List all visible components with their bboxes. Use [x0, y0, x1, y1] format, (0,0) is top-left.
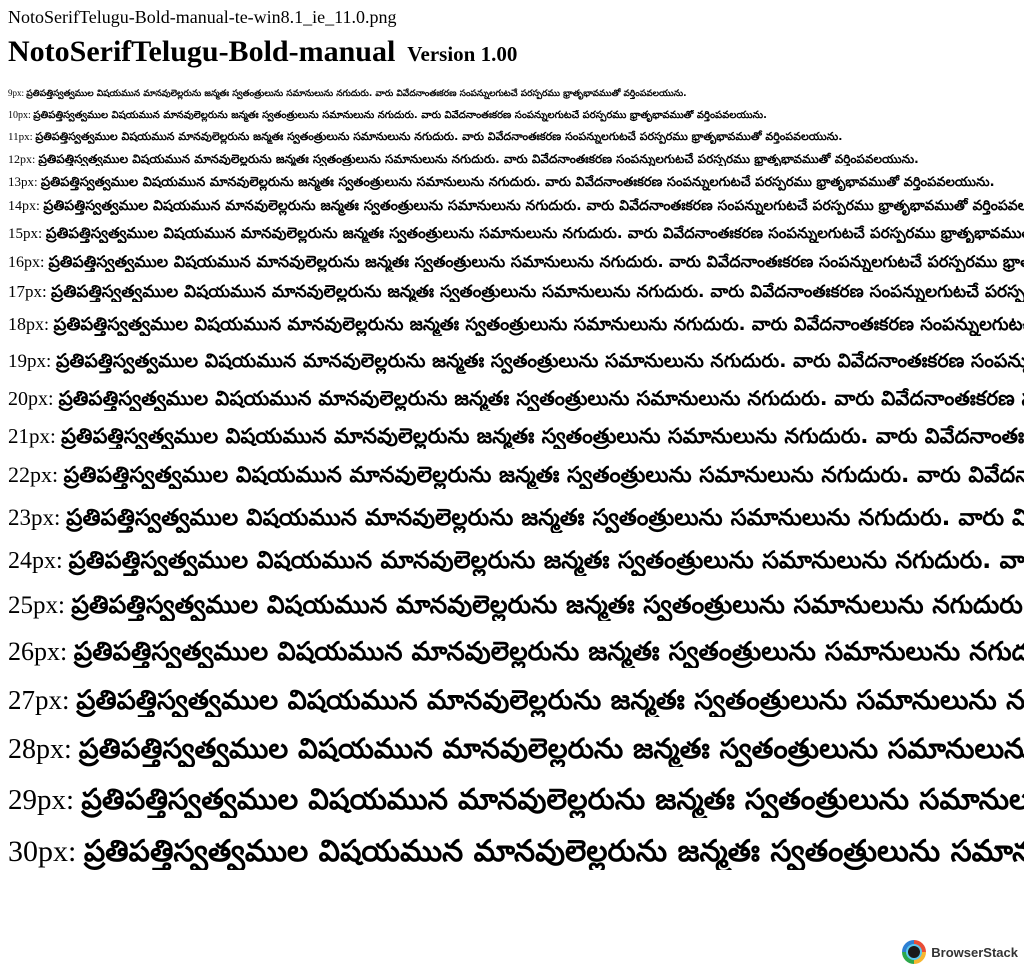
- telugu-sample-text: ప్రతిపత్తిస్వత్వముల విషయమున మానవులెల్లరు…: [48, 252, 1024, 271]
- font-size-label: 27px:: [8, 685, 70, 715]
- telugu-sample-text: ప్రతిపత్తిస్వత్వముల విషయమున మానవులెల్లరు…: [68, 546, 1024, 574]
- sample-row: 17px: ప్రతిపత్తిస్వత్వముల విషయమున మానవుల…: [8, 282, 1024, 302]
- font-size-label: 15px:: [8, 226, 43, 242]
- sample-row: 23px: ప్రతిపత్తిస్వత్వముల విషయమున మానవుల…: [8, 504, 1024, 533]
- telugu-sample-text: ప్రతిపత్తిస్వత్వముల విషయమున మానవులెల్లరు…: [43, 198, 1024, 214]
- font-size-label: 19px:: [8, 351, 52, 372]
- sample-row: 27px: ప్రతిపత్తిస్వత్వముల విషయమున మానవుల…: [8, 684, 1024, 717]
- telugu-sample-text: ప్రతిపత్తిస్వత్వముల విషయమున మానవులెల్లరు…: [61, 424, 1024, 448]
- font-size-label: 16px:: [8, 254, 45, 271]
- telugu-sample-text: ప్రతిపత్తిస్వత్వముల విషయమున మానవులెల్లరు…: [81, 782, 1024, 816]
- sample-row: 30px: ప్రతిపత్తిస్వత్వముల విషయమున మానవుల…: [8, 834, 1024, 870]
- sample-row: 25px: ప్రతిపత్తిస్వత్వముల విషయమున మానవుల…: [8, 590, 1024, 621]
- font-size-label: 11px:: [8, 131, 33, 143]
- telugu-sample-text: ప్రతిపత్తిస్వత్వముల విషయమున మానవులెల్లరు…: [33, 110, 767, 121]
- font-size-label: 18px:: [8, 314, 50, 334]
- sample-row: 19px: ప్రతిపత్తిస్వత్వముల విషయమున మానవుల…: [8, 350, 1024, 374]
- telugu-sample-text: ప్రతిపత్తిస్వత్వముల విషయమున మానవులెల్లరు…: [76, 685, 1024, 716]
- sample-row: 26px: ప్రతిపత్తిస్వత్వముల విషయమున మానవుల…: [8, 636, 1024, 668]
- telugu-sample-text: ప్రతిపత్తిస్వత్వముల విషయమున మానవులెల్లరు…: [73, 637, 1024, 667]
- browserstack-logo-icon: [902, 940, 927, 964]
- font-size-label: 29px:: [8, 784, 75, 816]
- font-size-label: 10px:: [8, 110, 31, 121]
- font-size-label: 20px:: [8, 388, 54, 410]
- page-heading: NotoSerifTelugu-Bold-manual Version 1.00: [8, 34, 517, 75]
- font-version: Version 1.00: [407, 42, 518, 66]
- sample-row: 15px: ప్రతిపత్తిస్వత్వముల విషయమున మానవుల…: [8, 224, 1024, 243]
- font-size-label: 23px:: [8, 505, 61, 530]
- telugu-sample-text: ప్రతిపత్తిస్వత్వముల విషయమున మానవులెల్లరు…: [35, 130, 843, 143]
- telugu-sample-text: ప్రతిపత్తిస్వత్వముల విషయమున మానవులెల్లరు…: [53, 314, 1024, 335]
- font-size-label: 26px:: [8, 637, 68, 666]
- sample-row: 18px: ప్రతిపత్తిస్వత్వముల విషయమున మానవుల…: [8, 314, 1024, 336]
- font-size-label: 13px:: [8, 174, 38, 189]
- sample-row: 13px: ప్రతిపత్తిస్వత్వముల విషయమున మానవుల…: [8, 174, 1024, 191]
- font-size-label: 12px:: [8, 152, 36, 166]
- telugu-sample-text: ప్రతిపత్తిస్వత్వముల విషయమున మానవులెల్లరు…: [83, 834, 1024, 869]
- font-size-label: 14px:: [8, 199, 40, 214]
- font-size-label: 9px:: [8, 88, 25, 98]
- telugu-sample-text: ప్రతిపత్తిస్వత్వముల విషయమున మానవులెల్లరు…: [63, 463, 1024, 488]
- telugu-sample-text: ప్రతిపత్తిస్వత్వముల విషయమున మానవులెల్లరు…: [66, 505, 1024, 531]
- telugu-sample-text: ప్రతిపత్తిస్వత్వముల విషయమున మానవులెల్లరు…: [56, 350, 1024, 372]
- font-size-label: 30px:: [8, 835, 77, 868]
- sample-row: 22px: ప్రతిపత్తిస్వత్వముల విషయమున మానవుల…: [8, 462, 1024, 489]
- font-size-label: 17px:: [8, 282, 47, 301]
- sample-row: 28px: ప్రతిపత్తిస్వత్వముల విషయమున మానవుల…: [8, 732, 1024, 767]
- sample-row: 10px: ప్రతిపత్తిస్వత్వముల విషయమున మానవుల…: [8, 110, 1024, 122]
- telugu-sample-text: ప్రతిపత్తిస్వత్వముల విషయమున మానవులెల్లరు…: [71, 590, 1024, 619]
- telugu-sample-text: ప్రతిపత్తిస్వత్వముల విషయమున మానవులెల్లరు…: [38, 152, 919, 166]
- sample-row: 12px: ప్రతిపత్తిస్వత్వముల విషయమున మానవుల…: [8, 152, 1024, 166]
- sample-row: 24px: ప్రతిపత్తిస్వత్వముల విషయమున మానవుల…: [8, 546, 1024, 576]
- telugu-sample-text: ప్రతిపత్తిస్వత్వముల విషయమున మానవులెల్లరు…: [45, 224, 1024, 242]
- telugu-sample-text: ప్రతిపత్తిస్వత్వముల విషయమున మానవులెల్లరు…: [78, 732, 1024, 765]
- sample-row: 16px: ప్రతిపత్తిస్వత్వముల విషయమున మానవుల…: [8, 252, 1024, 272]
- sample-row: 21px: ప్రతిపత్తిస్వత్వముల విషయమున మానవుల…: [8, 424, 1024, 449]
- font-size-label: 25px:: [8, 592, 65, 619]
- telugu-sample-text: ప్రతిపత్తిస్వత్వముల విషయమున మానవులెల్లరు…: [58, 386, 1024, 410]
- sample-row: 20px: ప్రతిపత్తిస్వత్వముల విషయమున మానవుల…: [8, 386, 1024, 411]
- sample-row: 14px: ప్రతిపత్తిస్వత్వముల విషయమున మానవుల…: [8, 198, 1024, 216]
- sample-row: 29px: ప్రతిపత్తిస్వత్వముల విషయమున మానవుల…: [8, 782, 1024, 818]
- telugu-sample-text: ప్రతిపత్తిస్వత్వముల విషయమున మానవులెల్లరు…: [40, 175, 995, 190]
- font-name-title: NotoSerifTelugu-Bold-manual: [8, 35, 396, 68]
- telugu-sample-text: ప్రతిపత్తిస్వత్వముల విషయమున మానవులెల్లరు…: [50, 282, 1024, 302]
- browserstack-watermark: BrowserStack: [902, 940, 1018, 964]
- sample-row: 11px: ప్రతిపత్తిస్వత్వముల విషయమున మానవుల…: [8, 130, 1024, 144]
- font-size-label: 21px:: [8, 424, 56, 448]
- sample-row: 9px: ప్రతిపత్తిస్వత్వముల విషయమున మానవులె…: [8, 88, 1024, 100]
- font-size-label: 22px:: [8, 462, 59, 487]
- file-name: NotoSerifTelugu-Bold-manual-te-win8.1_ie…: [8, 7, 397, 27]
- watermark-brand: BrowserStack: [931, 944, 1018, 960]
- telugu-sample-text: ప్రతిపత్తిస్వత్వముల విషయమున మానవులెల్లరు…: [26, 89, 687, 99]
- font-size-label: 28px:: [8, 734, 72, 765]
- font-size-label: 24px:: [8, 548, 63, 574]
